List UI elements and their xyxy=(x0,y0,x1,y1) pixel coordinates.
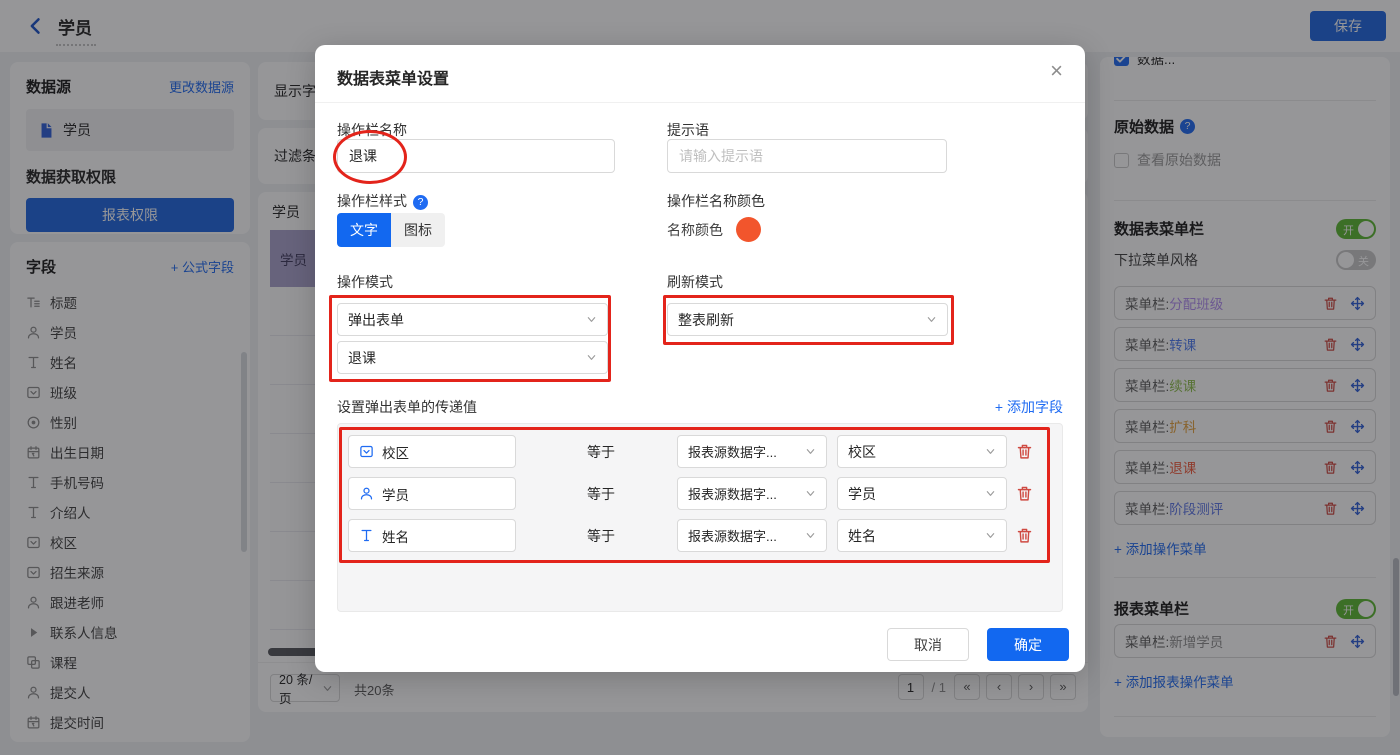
delete-row-icon[interactable] xyxy=(1016,443,1033,460)
chevron-down-icon xyxy=(985,530,996,541)
tab-icon-style[interactable]: 图标 xyxy=(391,213,445,247)
operator-label: 等于 xyxy=(587,486,615,502)
style-tab-group: 文字 图标 xyxy=(337,213,445,247)
operator-label: 等于 xyxy=(587,528,615,544)
transfer-field-box[interactable]: 校区 xyxy=(348,435,516,468)
name-color-row: 名称颜色 xyxy=(667,217,761,242)
help-icon[interactable]: ? xyxy=(413,195,428,210)
source-type-select[interactable]: 报表源数据字... xyxy=(677,519,827,552)
chevron-down-icon xyxy=(586,314,597,325)
action-name-input[interactable] xyxy=(337,139,615,173)
chevron-down-icon xyxy=(805,530,816,541)
table-menu-settings-dialog: 数据表菜单设置 × 操作栏名称 提示语 操作栏样式? 文字 图标 操作栏名称颜色… xyxy=(315,45,1085,672)
source-field-select[interactable]: 学员 xyxy=(837,477,1007,510)
app-root: 学员 保存 数据源 更改数据源 学员 数据获取权限 报表权限 字段 + 公式字段… xyxy=(0,0,1400,755)
chevron-down-icon xyxy=(805,488,816,499)
transfer-row: 学员 等于 报表源数据字... 学员 xyxy=(315,477,1085,510)
source-type-select[interactable]: 报表源数据字... xyxy=(677,435,827,468)
delete-row-icon[interactable] xyxy=(1016,485,1033,502)
tab-text-style[interactable]: 文字 xyxy=(337,213,391,247)
source-field-select[interactable]: 校区 xyxy=(837,435,1007,468)
tip-label: 提示语 xyxy=(667,122,709,138)
source-field-select[interactable]: 姓名 xyxy=(837,519,1007,552)
confirm-button[interactable]: 确定 xyxy=(987,628,1069,661)
chevron-down-icon xyxy=(586,352,597,363)
transfer-row: 姓名 等于 报表源数据字... 姓名 xyxy=(315,519,1085,552)
field-type-icon xyxy=(359,444,374,459)
transfer-section-label: 设置弹出表单的传递值 xyxy=(337,399,477,415)
cancel-button[interactable]: 取消 xyxy=(887,628,969,661)
operator-label: 等于 xyxy=(587,444,615,460)
name-color-label: 名称颜色 xyxy=(667,221,723,238)
dialog-title: 数据表菜单设置 xyxy=(337,71,450,88)
tip-input[interactable] xyxy=(667,139,947,173)
delete-row-icon[interactable] xyxy=(1016,527,1033,544)
popup-form-select[interactable]: 退课 xyxy=(337,341,608,374)
name-color-section-label: 操作栏名称颜色 xyxy=(667,193,765,209)
transfer-field-label: 学员 xyxy=(382,487,409,503)
action-mode-label: 操作模式 xyxy=(337,274,393,290)
refresh-mode-select[interactable]: 整表刷新 xyxy=(667,303,948,336)
divider xyxy=(315,102,1085,103)
chevron-down-icon xyxy=(985,488,996,499)
transfer-field-label: 校区 xyxy=(382,445,409,461)
chevron-down-icon xyxy=(926,314,937,325)
field-type-icon xyxy=(359,528,374,543)
action-mode-select[interactable]: 弹出表单 xyxy=(337,303,608,336)
chevron-down-icon xyxy=(985,446,996,457)
refresh-mode-label: 刷新模式 xyxy=(667,274,723,290)
source-type-select[interactable]: 报表源数据字... xyxy=(677,477,827,510)
close-icon[interactable]: × xyxy=(1050,60,1063,82)
add-field-link[interactable]: + 添加字段 xyxy=(995,397,1063,417)
transfer-field-box[interactable]: 学员 xyxy=(348,477,516,510)
transfer-field-box[interactable]: 姓名 xyxy=(348,519,516,552)
color-swatch[interactable] xyxy=(736,217,761,242)
transfer-field-label: 姓名 xyxy=(382,529,409,545)
chevron-down-icon xyxy=(805,446,816,457)
style-label: 操作栏样式? xyxy=(337,191,428,211)
field-type-icon xyxy=(359,486,374,501)
action-name-label: 操作栏名称 xyxy=(337,122,407,138)
transfer-row: 校区 等于 报表源数据字... 校区 xyxy=(315,435,1085,468)
